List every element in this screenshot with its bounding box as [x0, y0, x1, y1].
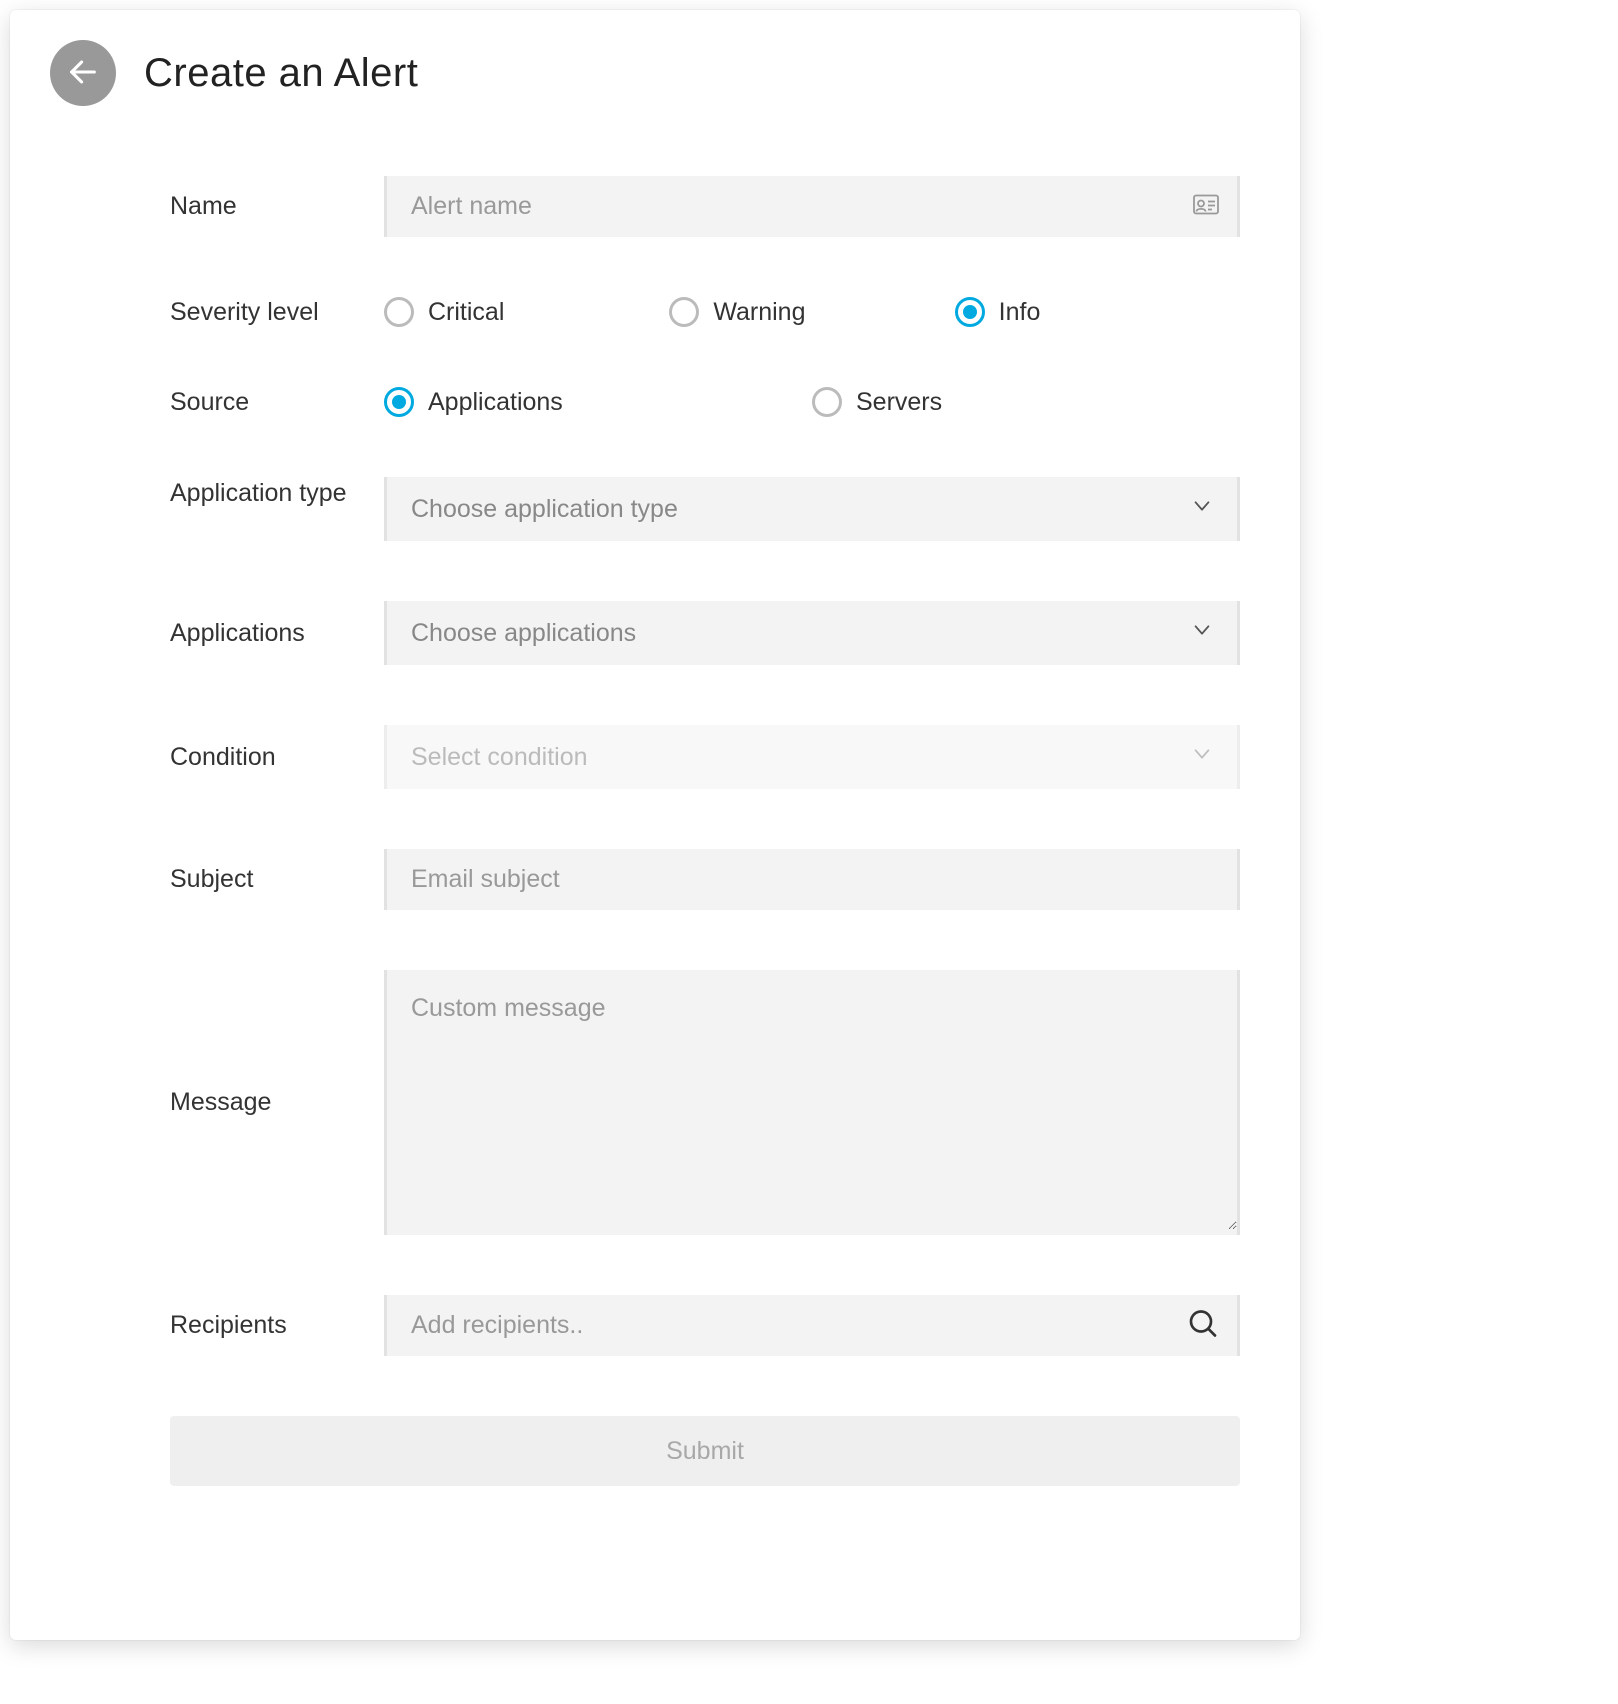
- label-applications: Applications: [170, 619, 384, 648]
- condition-select-wrap: Select condition: [384, 725, 1240, 789]
- search-icon[interactable]: [1187, 1307, 1219, 1344]
- submit-button[interactable]: Submit: [170, 1416, 1240, 1486]
- row-app-type: Application type Choose application type: [170, 477, 1240, 541]
- row-applications: Applications Choose applications: [170, 601, 1240, 665]
- row-recipients: Recipients: [170, 1295, 1240, 1356]
- severity-critical-radio[interactable]: Critical: [384, 297, 669, 327]
- label-message: Message: [170, 1088, 384, 1117]
- severity-warning-radio[interactable]: Warning: [669, 297, 954, 327]
- radio-icon: [955, 297, 985, 327]
- message-textarea[interactable]: [387, 970, 1237, 1230]
- label-severity: Severity level: [170, 298, 384, 327]
- label-condition: Condition: [170, 743, 384, 772]
- radio-label: Critical: [428, 298, 504, 327]
- label-name: Name: [170, 192, 384, 221]
- app-type-select-wrap: Choose application type: [384, 477, 1240, 541]
- select-placeholder: Select condition: [411, 743, 588, 772]
- row-source: Source Applications Servers: [170, 387, 1240, 417]
- severity-info-radio[interactable]: Info: [955, 297, 1240, 327]
- message-textarea-wrap: [384, 970, 1240, 1235]
- row-submit: Submit: [170, 1416, 1240, 1486]
- label-source: Source: [170, 388, 384, 417]
- source-servers-radio[interactable]: Servers: [812, 387, 1240, 417]
- applications-select-wrap: Choose applications: [384, 601, 1240, 665]
- row-severity: Severity level Critical Warning Info: [170, 297, 1240, 327]
- header: Create an Alert: [50, 40, 1260, 106]
- recipients-input-wrap: [384, 1295, 1240, 1356]
- radio-icon: [384, 387, 414, 417]
- row-message: Message: [170, 970, 1240, 1235]
- radio-label: Applications: [428, 388, 563, 417]
- app-type-select[interactable]: Choose application type: [387, 477, 1237, 541]
- chevron-down-icon: [1191, 495, 1213, 524]
- source-radio-group: Applications Servers: [384, 387, 1240, 417]
- name-input[interactable]: [387, 176, 1237, 237]
- source-applications-radio[interactable]: Applications: [384, 387, 812, 417]
- chevron-down-icon: [1191, 743, 1213, 772]
- create-alert-card: Create an Alert Name: [10, 10, 1300, 1640]
- name-input-wrap: [384, 176, 1240, 237]
- subject-input-wrap: [384, 849, 1240, 910]
- applications-select[interactable]: Choose applications: [387, 601, 1237, 665]
- radio-icon: [669, 297, 699, 327]
- arrow-left-icon: [66, 55, 100, 92]
- condition-select[interactable]: Select condition: [387, 725, 1237, 789]
- chevron-down-icon: [1191, 619, 1213, 648]
- id-card-icon: [1193, 194, 1219, 219]
- row-condition: Condition Select condition: [170, 725, 1240, 789]
- label-app-type: Application type: [170, 477, 384, 511]
- radio-icon: [812, 387, 842, 417]
- subject-input[interactable]: [387, 849, 1237, 910]
- row-subject: Subject: [170, 849, 1240, 910]
- radio-label: Servers: [856, 388, 942, 417]
- page-title: Create an Alert: [144, 51, 418, 96]
- select-placeholder: Choose application type: [411, 495, 678, 524]
- severity-radio-group: Critical Warning Info: [384, 297, 1240, 327]
- radio-icon: [384, 297, 414, 327]
- select-placeholder: Choose applications: [411, 619, 636, 648]
- alert-form: Name Severity level: [50, 176, 1260, 1486]
- label-recipients: Recipients: [170, 1311, 384, 1340]
- radio-label: Warning: [713, 298, 805, 327]
- radio-label: Info: [999, 298, 1041, 327]
- back-button[interactable]: [50, 40, 116, 106]
- row-name: Name: [170, 176, 1240, 237]
- recipients-input[interactable]: [387, 1295, 1237, 1356]
- label-subject: Subject: [170, 865, 384, 894]
